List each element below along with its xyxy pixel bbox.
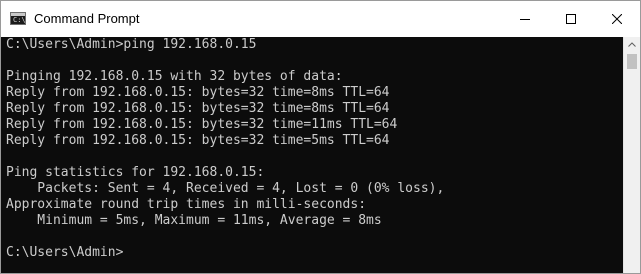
window-title: Command Prompt — [34, 11, 140, 26]
chevron-up-icon — [628, 42, 636, 47]
command-prompt-icon[interactable]: C:\ — [10, 12, 26, 25]
title-bar[interactable]: C:\ Command Prompt — [1, 1, 640, 37]
close-button[interactable] — [594, 1, 640, 37]
maximize-button[interactable] — [548, 1, 594, 37]
console-line: Reply from 192.168.0.15: bytes=32 time=8… — [6, 85, 390, 100]
console-line-command: C:\Users\Admin>ping 192.168.0.15 — [6, 37, 257, 52]
scroll-up-button[interactable] — [624, 37, 640, 53]
console-line: Reply from 192.168.0.15: bytes=32 time=8… — [6, 101, 390, 116]
console-output[interactable]: C:\Users\Admin>ping 192.168.0.15 Pinging… — [1, 37, 623, 273]
minimize-icon — [520, 19, 530, 20]
command-prompt-window: C:\ Command Prompt C:\Users\Admin>ping 1… — [0, 0, 641, 274]
close-icon — [612, 14, 622, 24]
console-line: Pinging 192.168.0.15 with 32 bytes of da… — [6, 69, 343, 84]
console-line: Reply from 192.168.0.15: bytes=32 time=1… — [6, 117, 398, 132]
console-line: Approximate round trip times in milli-se… — [6, 197, 367, 212]
console-line-prompt: C:\Users\Admin> — [6, 245, 124, 260]
console-line: Reply from 192.168.0.15: bytes=32 time=5… — [6, 133, 390, 148]
vertical-scrollbar[interactable] — [623, 37, 640, 273]
maximize-icon — [566, 14, 576, 24]
minimize-button[interactable] — [502, 1, 548, 37]
scroll-thumb[interactable] — [627, 54, 637, 69]
console-line: Minimum = 5ms, Maximum = 11ms, Average =… — [6, 213, 382, 228]
console-line: Ping statistics for 192.168.0.15: — [6, 165, 265, 180]
console-line: Packets: Sent = 4, Received = 4, Lost = … — [6, 181, 445, 196]
